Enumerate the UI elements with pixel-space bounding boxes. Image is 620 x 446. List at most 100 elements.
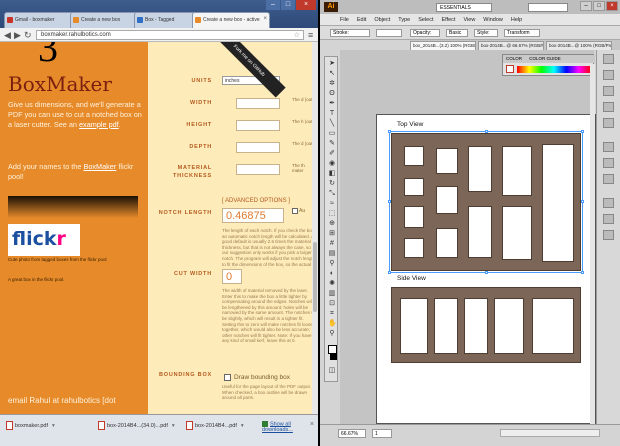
resize-handle[interactable] <box>388 130 391 133</box>
advanced-options-link[interactable]: [ ADVANCED OPTIONS ] <box>222 198 290 204</box>
wrench-menu-icon[interactable]: ≡ <box>308 30 313 40</box>
pen-tool-icon[interactable]: ✒ <box>328 100 336 108</box>
stroke-weight[interactable] <box>376 29 402 37</box>
warp-tool-icon[interactable]: ≈ <box>328 200 336 208</box>
menu-type[interactable]: Type <box>398 17 410 23</box>
symbol-sprayer-tool-icon[interactable]: ✺ <box>328 280 336 288</box>
color-panel-icon[interactable] <box>603 54 614 64</box>
slice-tool-icon[interactable]: ⌗ <box>328 310 336 318</box>
bookmark-star-icon[interactable]: ☆ <box>294 31 300 39</box>
shape-builder-tool-icon[interactable]: ⊕ <box>328 220 336 228</box>
cut-width-field[interactable]: 0 <box>222 269 242 284</box>
opacity-control[interactable]: Opacity: <box>410 29 440 37</box>
color-spectrum-ramp[interactable] <box>517 66 591 73</box>
free-transform-tool-icon[interactable]: ⬚ <box>328 210 336 218</box>
example-pdf-link[interactable]: example pdf <box>79 120 119 129</box>
gradient-panel-icon[interactable] <box>603 158 614 168</box>
chevron-down-icon[interactable]: ▾ <box>241 423 244 429</box>
swatches-panel-icon[interactable] <box>603 70 614 80</box>
zoom-level-field[interactable]: 66.67% <box>338 429 366 438</box>
direct-selection-tool-icon[interactable]: ↖ <box>328 70 336 78</box>
boxmaker-pool-link[interactable]: BoxMaker <box>83 162 116 171</box>
gradient-tool-icon[interactable]: ▤ <box>328 250 336 258</box>
color-tab[interactable]: COLOR <box>506 56 522 61</box>
column-graph-tool-icon[interactable]: ▥ <box>328 290 336 298</box>
height-field[interactable] <box>236 120 280 131</box>
resize-handle[interactable] <box>581 200 584 203</box>
stroke-panel-icon[interactable] <box>603 142 614 152</box>
cut-piece[interactable] <box>532 298 574 354</box>
tab-box-tagged[interactable]: Box - Tagged × <box>134 12 198 28</box>
eyedropper-tool-icon[interactable]: ⚲ <box>328 260 336 268</box>
blend-tool-icon[interactable]: ◐ <box>328 270 336 278</box>
type-tool-icon[interactable]: T <box>328 110 336 118</box>
pencil-tool-icon[interactable]: ✐ <box>328 150 336 158</box>
tab-create-box-1[interactable]: Create a new box × <box>70 12 140 28</box>
blob-brush-tool-icon[interactable]: ◉ <box>328 160 336 168</box>
scrollbar-thumb[interactable] <box>313 242 317 312</box>
resize-handle[interactable] <box>388 200 391 203</box>
doc-tab[interactable]: box-2014B...@ 66.67% (RGB/Preview) <box>478 41 544 50</box>
none-swatch-icon[interactable] <box>506 65 514 73</box>
cut-piece[interactable] <box>464 298 488 354</box>
download-item[interactable]: box-2014B4...(34.0)...pdf ▾ <box>98 421 175 435</box>
canvas-horizontal-scrollbar[interactable] <box>500 429 600 437</box>
mesh-tool-icon[interactable]: # <box>328 240 336 248</box>
zoom-tool-icon[interactable]: ⚲ <box>328 330 336 338</box>
flickr-logo[interactable]: flickr <box>8 224 80 256</box>
notch-length-field[interactable]: 0.46875 <box>222 208 284 223</box>
line-tool-icon[interactable]: ╲ <box>328 120 336 128</box>
canvas-vertical-scrollbar[interactable] <box>590 64 595 424</box>
forward-arrow-icon[interactable]: ▶ <box>14 30 21 40</box>
width-field[interactable] <box>236 98 280 109</box>
selection-tool-icon[interactable]: ➤ <box>328 60 336 68</box>
minimize-button[interactable]: – <box>580 1 592 11</box>
hand-tool-icon[interactable]: ✋ <box>328 320 337 328</box>
page-scrollbar[interactable] <box>312 42 318 414</box>
doc-tab[interactable]: box-2014B...@ 100% (RGB/Preview) <box>546 41 612 50</box>
brushes-panel-icon[interactable] <box>603 86 614 96</box>
close-window-button[interactable]: × <box>296 0 316 10</box>
download-item[interactable]: boxmaker.pdf ▾ <box>6 421 55 435</box>
draw-mode-icon[interactable]: ◫ <box>328 367 336 375</box>
appearance-panel-icon[interactable] <box>603 198 614 208</box>
lasso-tool-icon[interactable]: ʘ <box>328 90 336 98</box>
resize-handle[interactable] <box>581 271 584 274</box>
menu-file[interactable]: File <box>340 17 349 23</box>
auto-notch-checkbox[interactable] <box>292 208 298 214</box>
bounding-box-checkbox[interactable] <box>224 374 231 381</box>
menu-view[interactable]: View <box>463 17 475 23</box>
artboard-tool-icon[interactable]: ⊡ <box>328 300 336 308</box>
cut-piece[interactable] <box>400 298 428 354</box>
menu-edit[interactable]: Edit <box>357 17 366 23</box>
chevron-down-icon[interactable]: ▾ <box>172 423 175 429</box>
paintbrush-tool-icon[interactable]: ✎ <box>328 140 336 148</box>
artboard-number-field[interactable]: 1 <box>372 429 392 438</box>
menu-object[interactable]: Object <box>374 17 390 23</box>
selection-bounding-box[interactable] <box>388 130 584 274</box>
rectangle-tool-icon[interactable]: ▭ <box>328 130 336 138</box>
resize-handle[interactable] <box>485 130 488 133</box>
cut-piece[interactable] <box>434 298 458 354</box>
close-downloads-icon[interactable]: × <box>310 421 314 428</box>
basic-style[interactable]: Basic <box>446 29 468 37</box>
download-item[interactable]: box-2014B4...pdf ▾ <box>186 421 244 435</box>
thickness-field[interactable] <box>236 164 280 175</box>
maximize-button[interactable]: □ <box>593 1 605 11</box>
transform-link[interactable]: Transform <box>504 29 540 37</box>
side-view-panel[interactable] <box>391 287 581 363</box>
tab-gmail[interactable]: Gmail - boxmaker × <box>4 12 76 28</box>
perspective-grid-tool-icon[interactable]: ⊞ <box>328 230 336 238</box>
layers-panel-icon[interactable] <box>603 214 614 224</box>
help-search-input[interactable] <box>528 3 568 12</box>
resize-handle[interactable] <box>388 271 391 274</box>
address-bar[interactable]: boxmaker.rahulbotics.com ☆ <box>36 30 304 40</box>
chevron-down-icon[interactable]: ▾ <box>52 423 55 429</box>
magic-wand-tool-icon[interactable]: ✲ <box>328 80 336 88</box>
style-control[interactable]: Style: <box>474 29 498 37</box>
close-window-button[interactable]: × <box>606 1 618 11</box>
close-tab-icon[interactable]: × <box>263 16 267 22</box>
doc-tab[interactable]: box_2014B...(3.2) 100% (RGB/Preview) <box>410 41 476 50</box>
resize-handle[interactable] <box>581 130 584 133</box>
cut-piece[interactable] <box>494 298 524 354</box>
